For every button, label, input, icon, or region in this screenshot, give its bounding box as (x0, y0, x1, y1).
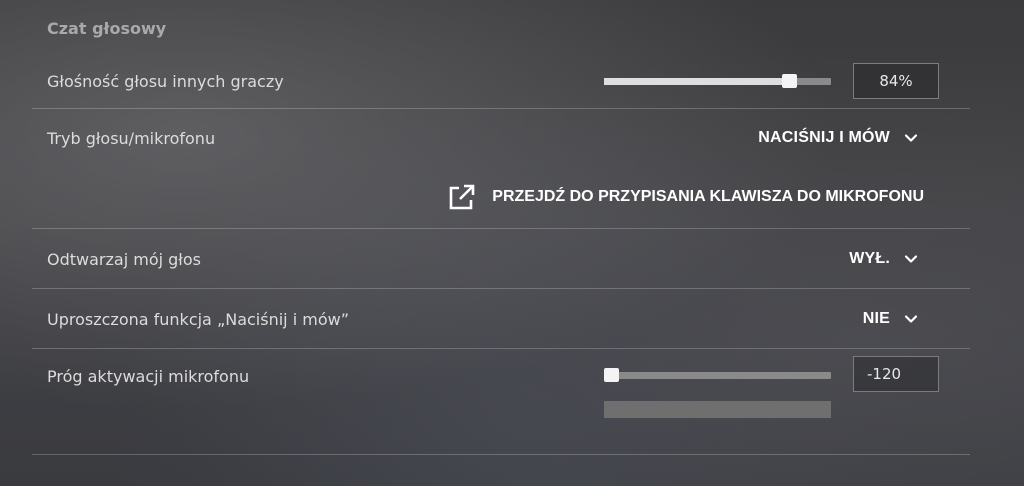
divider (32, 348, 970, 349)
chevron-down-icon (904, 255, 918, 263)
voice-mode-dropdown[interactable]: NACIŚNIJ I MÓW (758, 129, 918, 147)
play-own-voice-dropdown[interactable]: WYŁ. (849, 250, 918, 268)
mic-threshold-slider-handle[interactable] (604, 368, 619, 382)
other-volume-slider-fill (604, 78, 790, 85)
play-own-voice-value: WYŁ. (849, 250, 890, 267)
divider (32, 288, 970, 289)
mic-threshold-label: Próg aktywacji mikrofonu (47, 367, 250, 386)
other-volume-label: Głośność głosu innych graczy (47, 72, 284, 91)
keybind-link-label: PRZEJDŹ DO PRZYPISANIA KLAWISZA DO MIKRO… (492, 188, 924, 205)
other-volume-slider[interactable] (604, 74, 831, 88)
mic-threshold-value[interactable]: -120 (853, 356, 939, 392)
chevron-down-icon (904, 315, 918, 323)
simplified-ptt-value: NIE (862, 310, 890, 327)
mic-threshold-slider[interactable] (604, 368, 831, 382)
divider (32, 454, 970, 455)
external-link-icon (449, 184, 475, 210)
voice-mode-label: Tryb głosu/mikrofonu (47, 129, 216, 148)
simplified-ptt-dropdown[interactable]: NIE (863, 310, 918, 328)
mic-level-meter (604, 401, 831, 418)
keybind-link[interactable]: PRZEJDŹ DO PRZYPISANIA KLAWISZA DO MIKRO… (446, 181, 924, 213)
other-volume-slider-handle[interactable] (782, 74, 797, 88)
voice-chat-settings-panel: Czat głosowy Głośność głosu innych gracz… (32, 0, 970, 486)
other-volume-value[interactable]: 84% (853, 63, 939, 99)
simplified-ptt-label: Uproszczona funkcja „Naciśnij i mów” (47, 310, 349, 329)
section-title: Czat głosowy (47, 19, 167, 38)
divider (32, 228, 970, 229)
play-own-voice-label: Odtwarzaj mój głos (47, 250, 201, 269)
voice-mode-value: NACIŚNIJ I MÓW (758, 129, 890, 146)
chevron-down-icon (904, 134, 918, 142)
divider (32, 108, 970, 109)
